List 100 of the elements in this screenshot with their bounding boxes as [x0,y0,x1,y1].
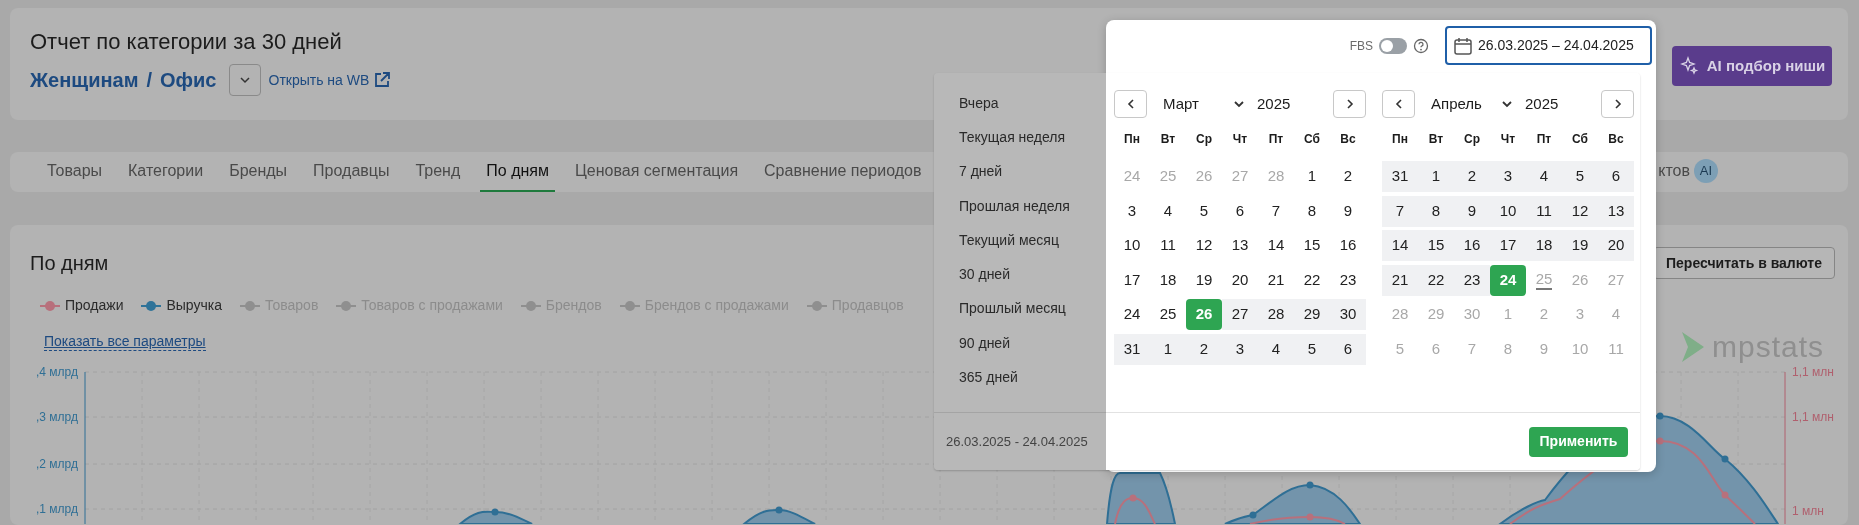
calendar-day[interactable]: 11 [1150,230,1186,261]
calendar-day[interactable]: 19 [1186,264,1222,296]
calendar-day[interactable]: 1 [1418,161,1454,192]
calendar-day[interactable]: 13 [1598,195,1634,227]
calendar-day[interactable]: 5 [1562,161,1598,192]
calendar-day[interactable]: 8 [1294,195,1330,227]
tab[interactable]: Сравнение периодов [758,152,928,192]
calendar-day[interactable]: 14 [1382,230,1418,261]
calendar-day[interactable]: 27 [1222,299,1258,330]
calendar-day[interactable]: 6 [1598,161,1634,192]
calendar-day[interactable]: 4 [1150,195,1186,227]
calendar-day[interactable]: 4 [1526,161,1562,192]
calendar-day[interactable]: 3 [1114,195,1150,227]
previous-month-button[interactable] [1382,90,1415,118]
calendar-day[interactable]: 15 [1294,230,1330,261]
legend-item[interactable]: Продажи [40,295,124,316]
calendar-day[interactable]: 16 [1454,230,1490,261]
calendar-day[interactable]: 3 [1490,161,1526,192]
calendar-day[interactable]: 12 [1186,230,1222,261]
calendar-day[interactable]: 9 [1330,195,1366,227]
calendar-day[interactable]: 17 [1114,264,1150,296]
tab[interactable]: Товары [41,152,109,192]
calendar-day[interactable]: 28 [1258,299,1294,330]
tab[interactable]: Ценовая сегментация [568,152,745,192]
calendar-day[interactable]: 31 [1382,161,1418,192]
calendar-day[interactable]: 23 [1330,264,1366,296]
calendar-day[interactable]: 2 [1454,161,1490,192]
caret-icon [1233,98,1245,110]
fbs-toggle[interactable] [1379,37,1407,54]
tab[interactable]: Категории [122,152,210,192]
calendar-day[interactable]: 22 [1418,264,1454,296]
sparkle-icon [1678,56,1699,76]
preset-option[interactable]: 7 дней [959,154,1106,189]
calendar-day[interactable]: 25 [1150,299,1186,330]
breadcrumb-link[interactable]: Офис [160,65,217,95]
calendar-day[interactable]: 13 [1222,230,1258,261]
open-link[interactable]: Открыть на WB [268,69,392,91]
legend-item[interactable]: Выручка [141,295,222,316]
preset-option[interactable]: 90 дней [959,326,1106,361]
month-select[interactable]: Апрель [1431,92,1513,116]
preset-option[interactable]: Вчера [959,86,1106,121]
calendar-day[interactable]: 18 [1150,264,1186,296]
calendar-day[interactable]: 10 [1490,195,1526,227]
calendar-day[interactable]: 1 [1294,161,1330,192]
calendar-day[interactable]: 18 [1526,230,1562,261]
preset-option[interactable]: Текущая неделя [959,120,1106,155]
calendar-day[interactable]: 20 [1598,230,1634,261]
date-range-input[interactable]: 26.03.2025 – 24.04.2025 [1445,26,1652,65]
preset-option[interactable]: Прошлая неделя [959,188,1106,224]
month-select[interactable]: Март [1163,92,1245,116]
calendar-day[interactable]: 6 [1222,195,1258,227]
calendar-day[interactable]: 11 [1526,195,1562,227]
dropdown-button[interactable] [228,64,261,96]
calendar-day[interactable]: 2 [1330,161,1366,192]
breadcrumb-link[interactable]: Женщинам [30,65,139,95]
calendar-day[interactable]: 16 [1330,230,1366,261]
calendar-day[interactable]: 7 [1258,195,1294,227]
calendar-day[interactable]: 15 [1418,230,1454,261]
calendar-day[interactable]: 30 [1330,299,1366,330]
preset-option[interactable]: Текущий месяц [959,223,1106,258]
calendar-day[interactable]: 10 [1114,230,1150,261]
next-month-button[interactable] [1333,90,1366,118]
calendar-day[interactable]: 2 [1186,333,1222,365]
ai-button[interactable]: AI подбор ниши [1672,46,1832,86]
calendar-day[interactable]: 29 [1294,299,1330,330]
calendar-day[interactable]: 5 [1186,195,1222,227]
calendar-day[interactable]: 24 [1114,299,1150,330]
calendar-day[interactable]: 3 [1222,333,1258,365]
tab[interactable]: Тренд [409,152,467,192]
recalculate-button[interactable]: Пересчитать в валюте [1653,247,1835,279]
calendar-day[interactable]: 21 [1382,264,1418,296]
show-all-link[interactable]: Показать все параметры [44,332,206,351]
next-month-button[interactable] [1601,90,1634,118]
calendar-day[interactable]: 20 [1222,264,1258,296]
calendar-day[interactable]: 5 [1294,333,1330,365]
tab[interactable]: ктов AI [1658,152,1718,192]
preset-option[interactable]: Прошлый месяц [959,291,1106,327]
calendar-day[interactable]: 23 [1454,264,1490,296]
calendar-day[interactable]: 14 [1258,230,1294,261]
calendar-day[interactable]: 31 [1114,333,1150,365]
calendar-day[interactable]: 4 [1258,333,1294,365]
calendar-day[interactable]: 12 [1562,195,1598,227]
tab[interactable]: Продавцы [307,152,396,192]
year-select[interactable]: 2025 [1525,92,1559,116]
year-select[interactable]: 2025 [1257,92,1291,116]
calendar-day[interactable]: 7 [1382,195,1418,227]
calendar-day[interactable]: 8 [1418,195,1454,227]
calendar-day[interactable]: 9 [1454,195,1490,227]
tab[interactable]: Бренды [223,152,294,192]
tab[interactable]: По дням [480,152,555,192]
calendar-day[interactable]: 21 [1258,264,1294,296]
calendar-day[interactable]: 22 [1294,264,1330,296]
calendar-day[interactable]: 19 [1562,230,1598,261]
preset-option[interactable]: 365 дней [959,360,1106,395]
calendar-day[interactable]: 6 [1330,333,1366,365]
previous-month-button[interactable] [1114,90,1147,118]
calendar-day[interactable]: 17 [1490,230,1526,261]
calendar-day[interactable]: 1 [1150,333,1186,365]
preset-option[interactable]: 30 дней [959,257,1106,292]
weekday-label: Чт [1499,131,1517,148]
